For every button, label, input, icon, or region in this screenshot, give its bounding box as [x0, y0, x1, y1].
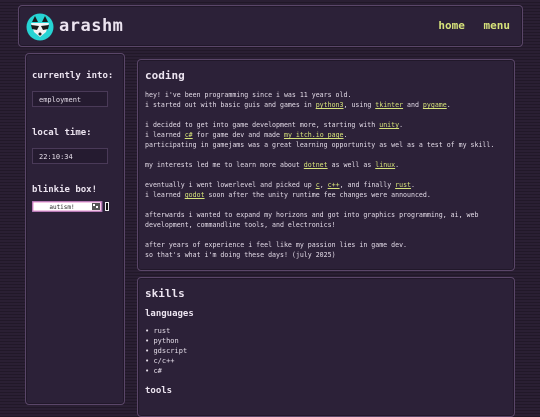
inline-link[interactable]: dotnet: [304, 161, 328, 169]
coding-text: .: [395, 161, 400, 169]
coding-line: afterwards i wanted to expand my horizon…: [145, 210, 507, 220]
coding-text: .: [411, 181, 416, 189]
coding-text: participating in gamejams was a great le…: [145, 141, 495, 149]
coding-line: i learned godot soon after the unity run…: [145, 190, 507, 200]
skills-section: skills languages rustpythongdscriptc/c++…: [137, 277, 515, 417]
coding-line: i started out with basic guis and games …: [145, 100, 507, 110]
inline-link[interactable]: pygame: [423, 101, 447, 109]
coding-text: .: [399, 121, 404, 129]
coding-text: for game dev and made: [192, 131, 284, 139]
coding-line: i decided to get into game development m…: [145, 120, 507, 130]
inline-link[interactable]: python3: [316, 101, 344, 109]
coding-line: [145, 230, 507, 240]
blinkie-box-label: blinkie box!: [32, 185, 98, 195]
inline-link[interactable]: my itch.io page: [284, 131, 344, 139]
coding-line: after years of experience i feel like my…: [145, 240, 507, 250]
coding-line: participating in gamejams was a great le…: [145, 140, 507, 150]
coding-text: eventually i went lowerlevel and picked …: [145, 181, 316, 189]
coding-text: , and finally: [339, 181, 396, 189]
coding-title: coding: [145, 69, 185, 82]
inline-link[interactable]: tkinter: [375, 101, 403, 109]
language-item: python: [145, 336, 187, 346]
raccoon-logo-icon[interactable]: [26, 13, 54, 41]
coding-line: eventually i went lowerlevel and picked …: [145, 180, 507, 190]
coding-text: .: [343, 131, 348, 139]
coding-body: hey! i've been programming since i was 1…: [145, 90, 507, 260]
coding-line: development, commandline tools, and elec…: [145, 220, 507, 230]
coding-line: i learned c# for game dev and made my it…: [145, 130, 507, 140]
coding-text: my interests led me to learn more about: [145, 161, 304, 169]
local-time-value: 22:10:34: [32, 148, 108, 164]
coding-text: hey! i've been programming since i was 1…: [145, 91, 352, 99]
local-time-label: local time:: [32, 128, 92, 138]
site-title: arashm: [59, 16, 124, 36]
coding-text: i started out with basic guis and games …: [145, 101, 316, 109]
coding-text: ,: [319, 181, 328, 189]
inline-link[interactable]: c#: [185, 131, 193, 139]
language-item: c#: [145, 366, 187, 376]
coding-text: afterwards i wanted to expand my horizon…: [145, 211, 479, 219]
inline-link[interactable]: godot: [185, 191, 205, 199]
coding-line: my interests led me to learn more about …: [145, 160, 507, 170]
languages-list: rustpythongdscriptc/c++c#: [145, 326, 187, 376]
language-item: gdscript: [145, 346, 187, 356]
coding-text: , using: [343, 101, 376, 109]
currently-into-value: employment: [32, 91, 108, 107]
inline-link[interactable]: rust: [395, 181, 411, 189]
tools-label: tools: [145, 386, 173, 396]
header: arashm home menu: [18, 5, 523, 47]
language-item: rust: [145, 326, 187, 336]
nav-home-link[interactable]: home: [438, 19, 465, 32]
blinkie-text: autism!: [49, 204, 74, 211]
currently-into-label: currently into:: [32, 71, 114, 81]
coding-text: i learned: [145, 191, 185, 199]
language-item: c/c++: [145, 356, 187, 366]
coding-line: [145, 200, 507, 210]
coding-text: development, commandline tools, and elec…: [145, 221, 336, 229]
sidebar: currently into: employment local time: 2…: [25, 53, 125, 405]
coding-text: so that's what i'm doing these days! (ju…: [145, 251, 336, 259]
coding-line: [145, 150, 507, 160]
coding-text: soon after the unity runtime fee changes…: [204, 191, 431, 199]
coding-text: as well as: [327, 161, 376, 169]
coding-line: hey! i've been programming since i was 1…: [145, 90, 507, 100]
coding-text: i learned: [145, 131, 185, 139]
inline-link[interactable]: c++: [328, 181, 340, 189]
coding-text: i decided to get into game development m…: [145, 121, 380, 129]
coding-line: so that's what i'm doing these days! (ju…: [145, 250, 507, 260]
skills-title: skills: [145, 287, 185, 300]
coding-section: coding hey! i've been programming since …: [137, 59, 515, 271]
nav: home menu: [426, 19, 510, 32]
blinkie-image[interactable]: autism!: [32, 201, 112, 212]
inline-link[interactable]: linux: [375, 161, 395, 169]
coding-text: and: [403, 101, 423, 109]
inline-link[interactable]: unity: [379, 121, 399, 129]
coding-text: .: [446, 101, 451, 109]
coding-line: [145, 170, 507, 180]
coding-text: after years of experience i feel like my…: [145, 241, 408, 249]
languages-label: languages: [145, 309, 194, 319]
coding-line: [145, 110, 507, 120]
nav-menu-link[interactable]: menu: [484, 19, 511, 32]
